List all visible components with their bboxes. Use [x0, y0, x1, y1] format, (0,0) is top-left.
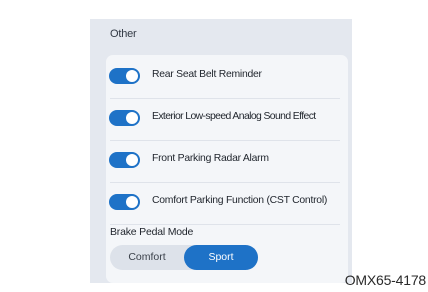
divider	[110, 224, 340, 225]
toggle-knob	[126, 196, 138, 208]
settings-screen: Other Rear Seat Belt Reminder Exterior L…	[90, 19, 352, 283]
toggle-knob	[126, 70, 138, 82]
toggle-comfort-parking-function[interactable]	[109, 194, 140, 210]
divider	[110, 140, 340, 141]
toggle-knob	[126, 112, 138, 124]
setting-label: Front Parking Radar Alarm	[152, 153, 269, 164]
toggle-exterior-sound-effect[interactable]	[109, 110, 140, 126]
setting-row-comfort-parking-function: Comfort Parking Function (CST Control)	[106, 185, 348, 225]
setting-row-rear-seat-belt-reminder: Rear Seat Belt Reminder	[106, 59, 348, 99]
toggle-rear-seat-belt-reminder[interactable]	[109, 68, 140, 84]
setting-label: Exterior Low-speed Analog Sound Effect	[152, 111, 316, 122]
toggle-knob	[126, 154, 138, 166]
figure-code: OMX65-4178	[344, 272, 426, 288]
settings-card: Rear Seat Belt Reminder Exterior Low-spe…	[106, 55, 348, 283]
brake-pedal-mode-title: Brake Pedal Mode	[110, 226, 194, 238]
divider	[110, 98, 340, 99]
divider	[110, 182, 340, 183]
section-title: Other	[110, 28, 137, 40]
setting-row-front-parking-radar-alarm: Front Parking Radar Alarm	[106, 143, 348, 183]
toggle-front-parking-radar-alarm[interactable]	[109, 152, 140, 168]
setting-row-exterior-sound-effect: Exterior Low-speed Analog Sound Effect	[106, 101, 348, 141]
brake-pedal-mode-selector: Comfort Sport	[110, 245, 258, 270]
setting-label: Rear Seat Belt Reminder	[152, 69, 262, 80]
brake-mode-comfort-option[interactable]: Comfort	[110, 245, 184, 270]
brake-mode-sport-option[interactable]: Sport	[184, 245, 258, 270]
setting-label: Comfort Parking Function (CST Control)	[152, 195, 328, 206]
